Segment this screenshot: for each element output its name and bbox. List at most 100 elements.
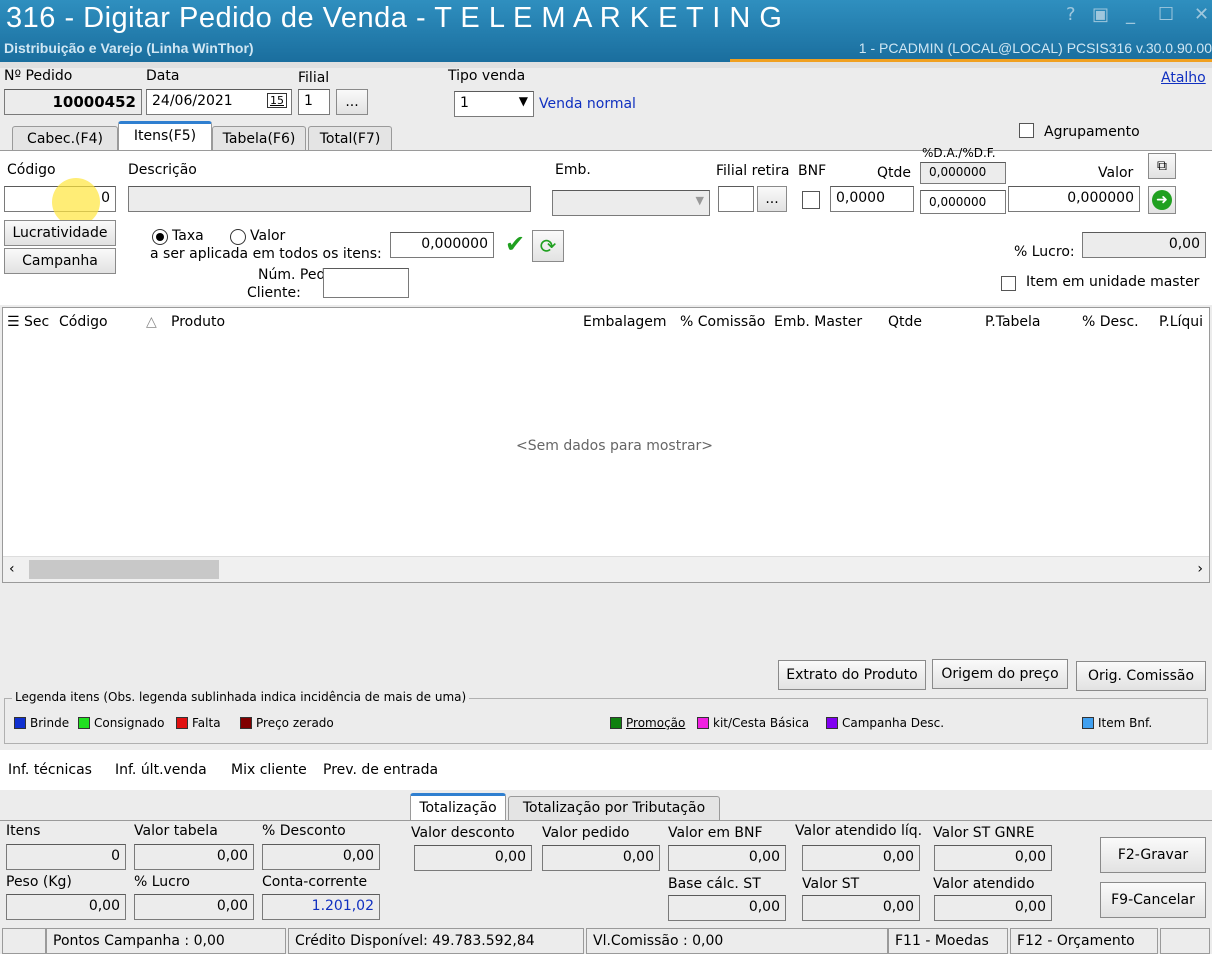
col-header-embalagem[interactable]: Embalagem: [583, 308, 667, 336]
legend-title: Legenda itens (Obs. legenda sublinhada i…: [12, 690, 470, 704]
filial-retira-lookup-button[interactable]: ...: [757, 186, 787, 212]
tab-totalizacao-tributacao[interactable]: Totalização por Tributação: [508, 796, 720, 820]
add-item-button[interactable]: ➜: [1148, 186, 1176, 214]
extrato-produto-button[interactable]: Extrato do Produto: [778, 660, 926, 690]
filial-field[interactable]: 1: [298, 89, 330, 115]
atalho-link[interactable]: Atalho: [1161, 70, 1206, 86]
items-grid[interactable]: ☰ Sec Código △ Produto Embalagem % Comis…: [2, 307, 1210, 583]
lucratividade-button[interactable]: Lucratividade: [4, 220, 116, 246]
tab-itens[interactable]: Itens(F5): [118, 121, 212, 150]
emb-select[interactable]: ▼: [552, 190, 710, 216]
emb-label: Emb.: [555, 162, 591, 178]
gravar-button[interactable]: F2-Gravar: [1100, 837, 1206, 873]
emb-chevron-icon[interactable]: ▼: [696, 194, 704, 207]
prev-entrada-link[interactable]: Prev. de entrada: [323, 762, 438, 778]
scroll-left-icon[interactable]: ‹: [9, 561, 15, 577]
promocao-swatch: [610, 717, 622, 729]
da-df-label: %D.A./%D.F.: [922, 146, 996, 160]
qtde-field[interactable]: 0,0000: [830, 186, 914, 212]
tipo-venda-desc: Venda normal: [539, 96, 636, 112]
item-bnf-swatch: [1082, 717, 1094, 729]
restore-icon[interactable]: ▣: [1092, 4, 1109, 25]
lucro-percent-label: % Lucro:: [1014, 244, 1075, 260]
falta-swatch: [176, 717, 188, 729]
status-moedas[interactable]: F11 - Moedas: [888, 928, 1008, 954]
close-icon[interactable]: ✕: [1194, 4, 1209, 25]
tab-totalizacao[interactable]: Totalização: [410, 793, 506, 820]
num-ped-cliente-field[interactable]: [323, 268, 409, 298]
window-subtitle: Distribuição e Varejo (Linha WinThor): [4, 40, 254, 56]
descricao-field: [128, 186, 531, 212]
kit-cesta-swatch: [697, 717, 709, 729]
valor-tabela-field: 0,00: [134, 844, 254, 870]
copy-icon[interactable]: ⧉: [1148, 153, 1176, 179]
col-header-ptabela[interactable]: P.Tabela: [985, 308, 1041, 336]
col-header-codigo[interactable]: Código: [59, 308, 108, 336]
status-orcamento[interactable]: F12 - Orçamento: [1010, 928, 1158, 954]
apply-check-icon[interactable]: ✔: [505, 230, 525, 258]
bnf-checkbox[interactable]: [802, 191, 820, 209]
valor-desconto-label: Valor desconto: [411, 825, 515, 841]
help-icon[interactable]: ?: [1066, 4, 1076, 25]
aplicada-label: a ser aplicada em todos os itens:: [150, 246, 382, 262]
unidade-master-label: Item em unidade master: [1026, 274, 1200, 290]
col-header-comissao[interactable]: % Comissão: [680, 308, 765, 336]
agrupamento-checkbox[interactable]: [1019, 123, 1034, 138]
status-pontos: Pontos Campanha : 0,00: [46, 928, 286, 954]
calendar-icon[interactable]: 15: [267, 93, 287, 108]
sort-asc-icon: △: [146, 314, 157, 330]
col-header-qtde[interactable]: Qtde: [888, 308, 922, 336]
valor-atendido-label: Valor atendido: [933, 876, 1035, 892]
inf-tecnicas-link[interactable]: Inf. técnicas: [8, 762, 92, 778]
col-header-pliquido[interactable]: P.Líqui: [1159, 308, 1203, 336]
col-header-produto[interactable]: Produto: [171, 308, 225, 336]
valor-field[interactable]: 0,000000: [1008, 186, 1140, 212]
valor-pedido-field: 0,00: [542, 845, 660, 871]
tipo-venda-select[interactable]: 1 ▼: [454, 91, 534, 117]
filial-retira-field[interactable]: [718, 186, 754, 212]
item-bnf-label: Item Bnf.: [1098, 716, 1153, 730]
filial-lookup-button[interactable]: ...: [336, 89, 368, 115]
tab-total[interactable]: Total(F7): [308, 126, 392, 152]
chevron-down-icon[interactable]: ▼: [519, 94, 528, 108]
unidade-master-checkbox[interactable]: [1001, 276, 1016, 291]
refresh-icon[interactable]: ⟳: [532, 230, 564, 262]
campanha-button[interactable]: Campanha: [4, 248, 116, 274]
valor-radio[interactable]: [230, 229, 246, 245]
window-title: 316 - Digitar Pedido de Venda - T E L E …: [6, 2, 783, 34]
consignado-label: Consignado: [94, 716, 165, 730]
falta-label: Falta: [192, 716, 221, 730]
inf-ult-venda-link[interactable]: Inf. últ.venda: [115, 762, 207, 778]
cancelar-button[interactable]: F9-Cancelar: [1100, 882, 1206, 918]
valor-st-field: 0,00: [802, 895, 920, 921]
horizontal-scrollbar[interactable]: ‹ ›: [3, 556, 1209, 582]
tab-tabela[interactable]: Tabela(F6): [212, 126, 306, 152]
conta-corrente-field: 1.201,02: [262, 894, 380, 920]
arrow-right-icon: ➜: [1152, 190, 1172, 210]
date-value: 24/06/2021: [152, 93, 233, 109]
column-chooser-icon[interactable]: ☰: [7, 308, 20, 336]
title-bar: 316 - Digitar Pedido de Venda - T E L E …: [0, 0, 1212, 62]
kit-cesta-label: kit/Cesta Básica: [713, 716, 810, 730]
aplicada-field[interactable]: 0,000000: [390, 232, 494, 258]
campanha-desc-swatch: [826, 717, 838, 729]
col-header-desc[interactable]: % Desc.: [1082, 308, 1139, 336]
tipo-venda-label: Tipo venda: [448, 68, 526, 84]
df-field[interactable]: 0,000000: [920, 190, 1006, 214]
valor-desconto-field: 0,00: [414, 845, 532, 871]
tab-cabec[interactable]: Cabec.(F4): [12, 126, 118, 152]
taxa-radio[interactable]: [152, 229, 168, 245]
scroll-right-icon[interactable]: ›: [1197, 561, 1203, 577]
codigo-label: Código: [7, 162, 56, 178]
origem-preco-button[interactable]: Origem do preço: [932, 659, 1068, 689]
taxa-label: Taxa: [172, 228, 204, 244]
scroll-thumb[interactable]: [29, 560, 219, 579]
mix-cliente-link[interactable]: Mix cliente: [231, 762, 307, 778]
maximize-icon[interactable]: ☐: [1158, 4, 1174, 25]
col-header-sec[interactable]: Sec: [24, 308, 49, 336]
orig-comissao-button[interactable]: Orig. Comissão: [1076, 661, 1206, 691]
brinde-label: Brinde: [30, 716, 70, 730]
minimize-icon[interactable]: _: [1126, 4, 1135, 25]
date-field[interactable]: 24/06/2021 15: [146, 89, 292, 115]
col-header-emb-master[interactable]: Emb. Master: [774, 308, 862, 336]
